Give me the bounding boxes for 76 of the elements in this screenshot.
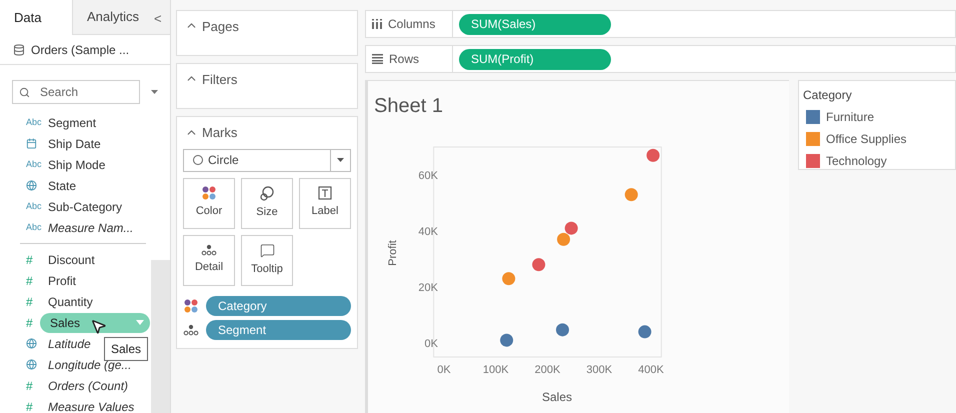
field-item[interactable]: Measure Nam... (48, 218, 134, 236)
x-tick-label: 300K (586, 364, 612, 376)
shelf-label: Columns (388, 16, 436, 33)
mark-card-button[interactable]: Label (299, 178, 351, 228)
hash-icon: # (26, 250, 33, 268)
shelf-label: Rows (389, 51, 420, 68)
scrollbar[interactable] (151, 260, 170, 413)
x-tick-label: 100K (482, 364, 509, 376)
card-title: Marks (202, 124, 238, 142)
field-item[interactable]: State (48, 176, 76, 194)
mark-type-dropdown[interactable]: Circle (183, 148, 351, 172)
field-item[interactable]: Orders (Count) (48, 376, 128, 394)
abc-icon: Abc (26, 220, 42, 234)
hash-icon: # (26, 292, 33, 310)
legend-label: Technology (826, 153, 887, 170)
y-tick-label: 20K (418, 282, 438, 294)
caret-icon[interactable] (151, 90, 158, 94)
search-icon (19, 87, 30, 98)
field-item[interactable]: Discount (48, 250, 95, 268)
y-tick-label: 60K (418, 170, 438, 182)
x-axis-title: Sales (542, 390, 572, 404)
search-field[interactable]: Search (12, 80, 140, 104)
rows-icon (372, 54, 383, 64)
y-tick-label: 40K (418, 226, 438, 238)
dots-icon (184, 298, 198, 312)
mark-card-button[interactable]: Size (241, 178, 293, 228)
y-tick-label: 0K (424, 338, 438, 350)
speech-bubble-icon (260, 242, 274, 258)
field-item[interactable]: Measure Values (48, 398, 134, 413)
card-title: Filters (202, 71, 238, 89)
detail-dots-icon (183, 324, 199, 336)
hash-icon: # (26, 398, 33, 413)
collapse-button[interactable]: < (154, 9, 162, 28)
mark-card-button[interactable]: Detail (183, 234, 235, 286)
globe-icon (26, 180, 37, 191)
mark-card-button[interactable]: Tooltip (241, 234, 293, 286)
field-item[interactable]: Ship Mode (48, 156, 106, 174)
x-tick-label: 200K (534, 364, 560, 376)
field-item[interactable]: Latitude (48, 334, 91, 352)
field-item[interactable]: Profit (48, 272, 76, 290)
field-pill[interactable]: Sales (40, 312, 150, 332)
legend-label: Office Supplies (826, 131, 906, 148)
legend-title: Category (803, 87, 853, 104)
field-item[interactable]: Ship Date (48, 134, 101, 152)
detail-dots-icon (201, 244, 217, 256)
abc-icon: Abc (26, 158, 42, 172)
mark-type-value: Circle (208, 152, 239, 169)
field-item[interactable]: Quantity (48, 292, 93, 310)
field-item[interactable]: Segment (48, 114, 96, 132)
x-tick-label: 0K (437, 364, 451, 376)
text-box-icon (318, 186, 332, 200)
globe-icon (26, 338, 37, 349)
tooltip: Sales (104, 337, 148, 361)
caret-icon (337, 158, 344, 162)
calendar-icon (26, 138, 37, 149)
caret-icon (136, 320, 144, 325)
field-item[interactable]: Sub-Category (48, 198, 122, 216)
card-title: Pages (202, 18, 239, 36)
lasso-icon (260, 186, 274, 201)
abc-icon: Abc (26, 116, 42, 130)
cursor-icon (90, 318, 107, 335)
database-icon (13, 44, 25, 56)
field-name: Sales (50, 314, 80, 332)
data-source-name[interactable]: Orders (Sample ... (31, 40, 130, 58)
x-tick-label: 400K (638, 364, 664, 376)
y-axis-title: Profit (387, 240, 399, 266)
abc-icon: Abc (26, 200, 42, 214)
hash-icon: # (26, 376, 33, 394)
sheet-title: Sheet 1 (374, 94, 444, 119)
hash-icon: # (26, 272, 33, 290)
legend-label: Furniture (826, 109, 874, 126)
hash-icon: # (26, 314, 33, 332)
dots-icon (202, 186, 216, 200)
columns-icon (372, 19, 382, 29)
mark-card-button[interactable]: Color (183, 178, 235, 228)
globe-icon (26, 359, 37, 370)
